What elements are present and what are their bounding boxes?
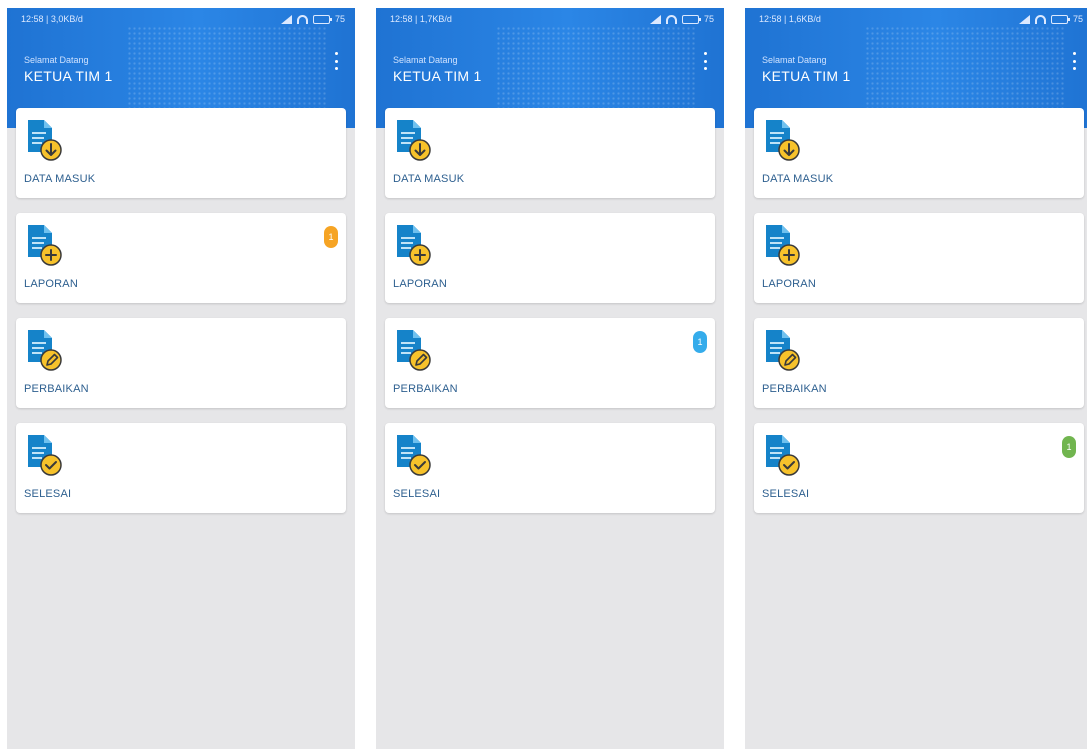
battery-percent: 75 [1072,14,1083,24]
status-icons: 75 [280,14,345,24]
status-icons: 75 [1018,14,1083,24]
document-edit-icon [766,330,800,371]
status-time: 12:58 | 3,0KB/d [21,14,83,24]
status-bar: 12:58 | 1,7KB/d 75 [376,8,724,30]
status-bar: 12:58 | 1,6KB/d 75 [745,8,1087,30]
menu-label: DATA MASUK [24,173,96,185]
phone-screen-3: 12:58 | 1,6KB/d 75 Selamat Datang KETUA … [745,8,1087,749]
battery-icon [681,14,701,24]
menu-card-data-masuk[interactable]: DATA MASUK [16,108,346,198]
header-world-map-pattern [865,26,1065,116]
phone-screen-2: 12:58 | 1,7KB/d 75 Selamat Datang KETUA … [376,8,724,749]
menu-card-perbaikan[interactable]: PERBAIKAN 1 [385,318,715,408]
more-vert-icon[interactable] [700,52,710,70]
user-role-title: KETUA TIM 1 [762,68,851,84]
welcome-text: Selamat Datang [24,55,89,65]
header-world-map-pattern [127,26,327,116]
document-edit-icon [397,330,431,371]
menu-label: DATA MASUK [393,173,465,185]
more-vert-icon[interactable] [331,52,341,70]
menu-card-data-masuk[interactable]: DATA MASUK [385,108,715,198]
phone-screen-1: 12:58 | 3,0KB/d 75 Selamat Datang KETUA … [7,8,355,749]
menu-label: SELESAI [393,488,441,500]
menu-label: DATA MASUK [762,173,834,185]
battery-icon [1050,14,1070,24]
notification-badge: 1 [1062,436,1076,458]
user-role-title: KETUA TIM 1 [393,68,482,84]
status-icons: 75 [649,14,714,24]
menu-card-laporan[interactable]: LAPORAN [754,213,1084,303]
status-time: 12:58 | 1,6KB/d [759,14,821,24]
menu-list: DATA MASUK LAPORAN PERBAIKAN [385,108,715,528]
more-vert-icon[interactable] [1069,52,1079,70]
battery-icon [312,14,332,24]
menu-label: LAPORAN [24,278,78,290]
menu-card-perbaikan[interactable]: PERBAIKAN [16,318,346,408]
screenshot-collage: 12:58 | 3,0KB/d 75 Selamat Datang KETUA … [0,0,1087,749]
document-check-icon [28,435,62,476]
welcome-text: Selamat Datang [762,55,827,65]
menu-label: SELESAI [762,488,810,500]
menu-card-laporan[interactable]: LAPORAN 1 [16,213,346,303]
document-download-icon [397,120,431,161]
document-add-icon [397,225,431,266]
status-time: 12:58 | 1,7KB/d [390,14,452,24]
document-add-icon [28,225,62,266]
menu-label: PERBAIKAN [393,383,458,395]
battery-percent: 75 [334,14,345,24]
notification-badge: 1 [324,226,338,248]
menu-card-laporan[interactable]: LAPORAN [385,213,715,303]
battery-percent: 75 [703,14,714,24]
menu-card-perbaikan[interactable]: PERBAIKAN [754,318,1084,408]
wifi-icon [1034,14,1046,24]
document-download-icon [28,120,62,161]
header-world-map-pattern [496,26,696,116]
user-role-title: KETUA TIM 1 [24,68,113,84]
document-add-icon [766,225,800,266]
document-edit-icon [28,330,62,371]
document-download-icon [766,120,800,161]
menu-card-selesai[interactable]: SELESAI 1 [754,423,1084,513]
welcome-text: Selamat Datang [393,55,458,65]
menu-list: DATA MASUK LAPORAN 1 PERBAIKAN SELESAI [16,108,346,528]
status-bar: 12:58 | 3,0KB/d 75 [7,8,355,30]
menu-label: PERBAIKAN [24,383,89,395]
menu-card-data-masuk[interactable]: DATA MASUK [754,108,1084,198]
notification-badge: 1 [693,331,707,353]
menu-card-selesai[interactable]: SELESAI [16,423,346,513]
menu-card-selesai[interactable]: SELESAI [385,423,715,513]
menu-label: LAPORAN [762,278,816,290]
document-check-icon [397,435,431,476]
wifi-icon [296,14,308,24]
menu-label: LAPORAN [393,278,447,290]
document-check-icon [766,435,800,476]
wifi-icon [665,14,677,24]
signal-icon [1018,14,1030,24]
menu-label: SELESAI [24,488,72,500]
menu-label: PERBAIKAN [762,383,827,395]
menu-list: DATA MASUK LAPORAN PERBAIKAN [754,108,1084,528]
signal-icon [649,14,661,24]
signal-icon [280,14,292,24]
